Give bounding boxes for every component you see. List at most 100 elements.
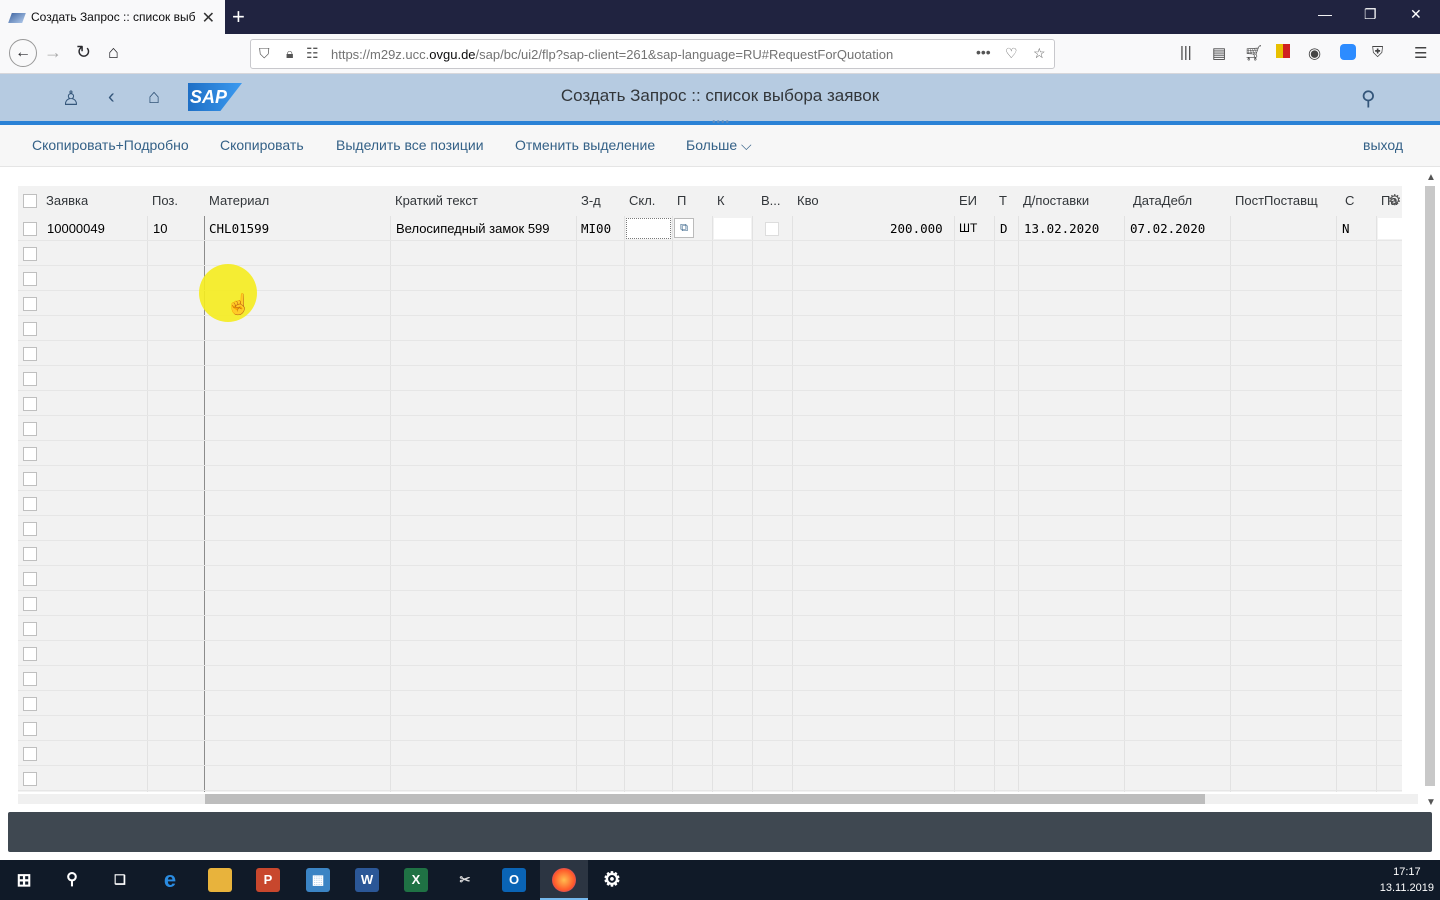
flag-extension-icon[interactable] (1276, 44, 1290, 58)
row-select-checkbox[interactable] (23, 247, 37, 261)
row-select-checkbox[interactable] (23, 522, 37, 536)
row-select-checkbox[interactable] (23, 322, 37, 336)
row-select-checkbox[interactable] (23, 747, 37, 761)
edge-icon[interactable]: e (158, 868, 182, 892)
table-row[interactable] (18, 741, 1402, 766)
account-icon[interactable]: ◉ (1308, 44, 1321, 62)
shell-back-icon[interactable]: ‹ (108, 86, 115, 109)
new-tab-button[interactable]: + (232, 4, 245, 30)
col-header-storage[interactable]: Скл. (629, 193, 655, 208)
table-row[interactable] (18, 541, 1402, 566)
row-select-checkbox[interactable] (23, 672, 37, 686)
cart-icon[interactable]: 🛒︎ (1244, 44, 1263, 62)
shell-home-icon[interactable]: ⌂ (148, 86, 160, 109)
col-header-status[interactable]: С (1345, 193, 1354, 208)
sap-logon-icon[interactable]: ▦ (306, 868, 330, 892)
settings-gear-icon[interactable]: ⚙ (1388, 191, 1401, 209)
table-row[interactable] (18, 366, 1402, 391)
col-header-short-text[interactable]: Краткий текст (395, 193, 478, 208)
table-row[interactable] (18, 666, 1402, 691)
col-header-p[interactable]: П (677, 193, 686, 208)
table-row[interactable] (18, 566, 1402, 591)
table-row[interactable] (18, 391, 1402, 416)
row-select-checkbox[interactable] (23, 347, 37, 361)
bookmark-star-icon[interactable]: ☆ (1033, 45, 1046, 62)
close-tab-icon[interactable]: ✕ (202, 8, 215, 28)
row-select-checkbox[interactable] (23, 572, 37, 586)
reload-icon[interactable]: ↻ (76, 42, 91, 63)
table-row[interactable] (18, 491, 1402, 516)
col-header-plant[interactable]: З-д (581, 193, 601, 208)
col-header-delivery-date[interactable]: Д/поставки (1023, 193, 1089, 208)
row-select-checkbox[interactable] (23, 722, 37, 736)
table-row[interactable] (18, 341, 1402, 366)
snipping-tool-icon[interactable]: ✂ (453, 868, 477, 892)
table-row[interactable] (18, 616, 1402, 641)
table-row[interactable] (18, 516, 1402, 541)
restore-icon[interactable]: ❐ (1364, 6, 1377, 23)
copy-button[interactable]: Скопировать (220, 137, 304, 153)
exit-button[interactable]: выход (1363, 137, 1403, 153)
col-header-type[interactable]: Т (999, 193, 1007, 208)
powerpoint-icon[interactable]: P (256, 868, 280, 892)
row-select-checkbox[interactable] (23, 472, 37, 486)
row-select-checkbox[interactable] (23, 422, 37, 436)
row-select-checkbox[interactable] (23, 372, 37, 386)
row-select-checkbox[interactable] (23, 447, 37, 461)
table-row[interactable] (18, 441, 1402, 466)
copy-detail-button[interactable]: Скопировать+Подробно (32, 137, 189, 153)
minimize-icon[interactable]: — (1318, 6, 1332, 22)
table-row[interactable] (18, 241, 1402, 266)
outlook-icon[interactable]: O (502, 868, 526, 892)
deselect-button[interactable]: Отменить выделение (515, 137, 655, 153)
vertical-scrollbar[interactable] (1425, 186, 1435, 786)
pocket-icon[interactable]: ♡ (1005, 45, 1018, 62)
col-header-v[interactable]: В... (761, 193, 781, 208)
col-header-supplier[interactable]: ПостПоставщ (1235, 193, 1318, 208)
taskbar-search-icon[interactable]: ⚲ (60, 868, 84, 892)
row-select-checkbox[interactable] (23, 772, 37, 786)
row-select-checkbox[interactable] (23, 547, 37, 561)
task-view-icon[interactable]: ❏ (108, 868, 132, 892)
col-header-k[interactable]: К (717, 193, 725, 208)
zoom-extension-icon[interactable] (1340, 44, 1356, 60)
table-row[interactable] (18, 691, 1402, 716)
row-select-checkbox[interactable] (23, 597, 37, 611)
col-header-quantity[interactable]: Кво (797, 193, 819, 208)
col-header-release-date[interactable]: ДатаДебл (1133, 193, 1192, 208)
col-header-request[interactable]: Заявка (46, 193, 88, 208)
more-button[interactable]: Больше ⌵ (686, 137, 752, 154)
k-input[interactable] (714, 218, 751, 239)
table-row[interactable] (18, 466, 1402, 491)
row-flag-checkbox[interactable] (765, 222, 779, 236)
page-actions-icon[interactable]: ••• (976, 44, 991, 60)
taskbar-clock[interactable]: 17:17 13.11.2019 (1380, 864, 1434, 896)
forward-icon[interactable]: → (44, 42, 62, 63)
table-row[interactable] (18, 766, 1402, 791)
table-row[interactable] (18, 416, 1402, 441)
col-header-position[interactable]: Поз. (152, 193, 178, 208)
value-help-icon[interactable]: ⧉ (674, 218, 694, 238)
excel-icon[interactable]: X (404, 868, 428, 892)
close-window-icon[interactable]: ✕ (1410, 6, 1422, 23)
col-header-unit[interactable]: ЕИ (959, 193, 977, 208)
row-select-checkbox[interactable] (23, 622, 37, 636)
file-explorer-icon[interactable] (208, 868, 232, 892)
library-icon[interactable]: ||| (1180, 44, 1192, 61)
scroll-up-icon[interactable]: ▲ (1426, 172, 1436, 183)
row-select-checkbox[interactable] (23, 697, 37, 711)
par-input[interactable] (1378, 218, 1402, 239)
back-icon[interactable]: ← (9, 39, 37, 67)
browser-tab-active[interactable]: Создать Запрос :: список выб ✕ (0, 0, 225, 34)
menu-icon[interactable]: ☰ (1414, 44, 1427, 62)
windows-start-icon[interactable]: ⊞ (12, 868, 36, 892)
row-select-checkbox[interactable] (23, 272, 37, 286)
settings-icon[interactable]: ⚙ (600, 868, 624, 892)
scroll-down-icon[interactable]: ▼ (1426, 797, 1436, 808)
url-bar[interactable]: ⛉ 🔒︎ ☷ https://m29z.ucc.ovgu.de/sap/bc/u… (250, 39, 1055, 69)
user-icon[interactable]: ♙ (62, 86, 80, 111)
row-select-checkbox[interactable] (23, 297, 37, 311)
row-select-checkbox[interactable] (23, 397, 37, 411)
firefox-taskbar-item[interactable] (540, 860, 588, 900)
row-select-checkbox[interactable] (23, 647, 37, 661)
